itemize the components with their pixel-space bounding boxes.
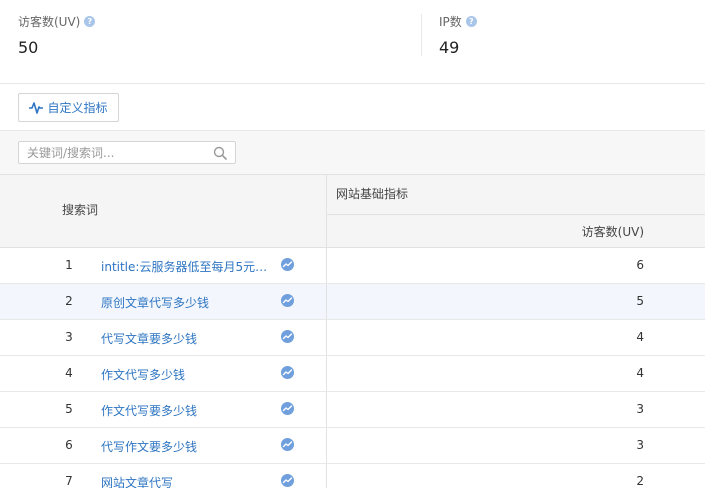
trend-chart-icon[interactable]: [281, 294, 294, 307]
trend-chart-icon[interactable]: [281, 258, 294, 271]
row-index: 6: [65, 438, 73, 452]
column-divider: [326, 284, 327, 319]
column-divider: [326, 464, 327, 488]
row-keyword-link[interactable]: 作文代写要多少钱: [101, 402, 277, 419]
column-divider: [326, 392, 327, 427]
row-uv-value: 5: [636, 294, 644, 308]
trend-chart-icon[interactable]: [281, 438, 294, 451]
row-uv-value: 3: [636, 438, 644, 452]
row-uv-value: 3: [636, 402, 644, 416]
row-keyword-link[interactable]: 原创文章代写多少钱: [101, 294, 277, 311]
column-divider: [326, 175, 327, 248]
row-index: 4: [65, 366, 73, 380]
search-box: [18, 141, 236, 164]
row-index: 3: [65, 330, 73, 344]
trend-chart-icon[interactable]: [281, 366, 294, 379]
row-index: 5: [65, 402, 73, 416]
help-icon[interactable]: ?: [465, 15, 477, 27]
table-row[interactable]: 7 网站文章代写 2: [0, 464, 705, 488]
custom-metric-label: 自定义指标: [47, 101, 108, 115]
row-uv-value: 4: [636, 330, 644, 344]
stat-ip: IP数 ? 49: [439, 12, 477, 58]
column-group-header: 网站基础指标: [336, 187, 409, 201]
row-uv-value: 2: [636, 474, 644, 488]
trend-chart-icon[interactable]: [281, 402, 294, 415]
table-header: 搜索词 网站基础指标 访客数(UV): [0, 175, 705, 248]
table-row[interactable]: 6 代写作文要多少钱 3: [0, 428, 705, 464]
row-index: 7: [65, 474, 73, 488]
stat-uv-label: 访客数(UV): [18, 14, 81, 29]
column-divider: [326, 356, 327, 391]
row-keyword-link[interactable]: 作文代写多少钱: [101, 366, 277, 383]
column-divider: [326, 428, 327, 463]
row-keyword-link[interactable]: 代写作文要多少钱: [101, 438, 277, 455]
row-keyword-link[interactable]: 代写文章要多少钱: [101, 330, 277, 347]
table-row[interactable]: 4 作文代写多少钱 4: [0, 356, 705, 392]
table-row[interactable]: 2 原创文章代写多少钱 5: [0, 284, 705, 320]
table-row[interactable]: 5 作文代写要多少钱 3: [0, 392, 705, 428]
row-index: 2: [65, 294, 73, 308]
row-keyword-link[interactable]: 网站文章代写: [101, 474, 277, 488]
table-body: 1 intitle:云服务器低至每月5元起 ... 6 2 原创文章代写多少钱 …: [0, 248, 705, 488]
search-input[interactable]: [19, 142, 209, 163]
stat-uv: 访客数(UV) ? 50: [18, 12, 96, 58]
column-header-keyword[interactable]: 搜索词: [62, 201, 98, 218]
pulse-icon: [29, 101, 44, 114]
stat-ip-value: 49: [439, 38, 460, 57]
row-uv-value: 4: [636, 366, 644, 380]
trend-chart-icon[interactable]: [281, 330, 294, 343]
help-icon[interactable]: ?: [84, 15, 96, 27]
column-divider: [326, 248, 327, 283]
custom-metric-button[interactable]: 自定义指标: [18, 93, 119, 122]
stats-summary: 访客数(UV) ? 50 IP数 ? 49: [0, 0, 705, 84]
stat-divider: [421, 14, 422, 56]
header-divider: [326, 214, 705, 215]
stat-uv-value: 50: [18, 38, 39, 57]
row-uv-value: 6: [636, 258, 644, 272]
table-row[interactable]: 1 intitle:云服务器低至每月5元起 ... 6: [0, 248, 705, 284]
row-index: 1: [65, 258, 73, 272]
trend-chart-icon[interactable]: [281, 474, 294, 487]
row-keyword-link[interactable]: intitle:云服务器低至每月5元起 ...: [101, 258, 277, 275]
table-row[interactable]: 3 代写文章要多少钱 4: [0, 320, 705, 356]
toolbar: 自定义指标: [0, 84, 705, 131]
search-icon[interactable]: [213, 146, 227, 160]
column-header-uv[interactable]: 访客数(UV): [582, 223, 644, 240]
stat-ip-label: IP数: [439, 14, 462, 29]
column-divider: [326, 320, 327, 355]
filter-bar: [0, 131, 705, 175]
